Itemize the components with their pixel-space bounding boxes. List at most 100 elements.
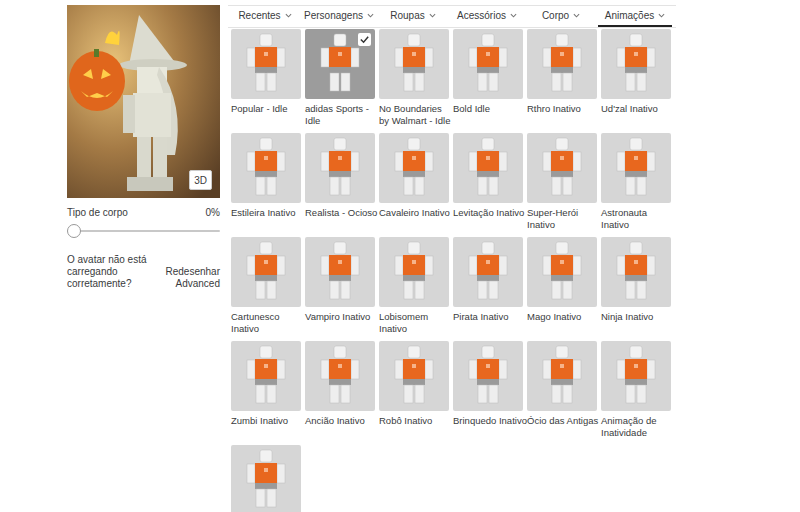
item-label: adidas Sports - Idle (305, 103, 379, 127)
chevron-down-icon (429, 13, 436, 18)
item-thumbnail[interactable] (379, 341, 449, 411)
animation-item[interactable]: Ud'zal Inativo (601, 29, 671, 127)
avatar-pose-icon (231, 445, 301, 512)
item-thumbnail[interactable] (379, 29, 449, 99)
item-label: Ancião Inativo (305, 415, 379, 439)
item-thumbnail[interactable] (231, 341, 301, 411)
animation-item[interactable]: Ancião Inativo (305, 341, 375, 439)
animation-item[interactable]: Estileira Inativo (231, 133, 301, 231)
item-thumbnail[interactable] (453, 29, 523, 99)
item-thumbnail[interactable] (305, 341, 375, 411)
item-label: Mago Inativo (527, 311, 601, 335)
avatar-pose-icon (305, 341, 375, 411)
item-thumbnail[interactable] (379, 237, 449, 307)
animation-item[interactable]: Realista - Ocioso (305, 133, 375, 231)
item-thumbnail[interactable] (305, 133, 375, 203)
avatar-pose-icon (379, 133, 449, 203)
animation-grid: Popular - Idleadidas Sports - IdleNo Bou… (231, 29, 676, 512)
body-type: Tipo de corpo0% (67, 207, 220, 238)
animation-item[interactable]: Bold Idle (453, 29, 523, 127)
help-link[interactable]: Advanced (176, 278, 220, 290)
avatar-pose-icon (527, 133, 597, 203)
slider-thumb[interactable] (67, 224, 81, 238)
item-thumbnail[interactable] (453, 133, 523, 203)
animation-item[interactable]: adidas Sports - Idle (305, 29, 375, 127)
item-thumbnail[interactable] (527, 237, 597, 307)
body-type-slider[interactable] (67, 224, 220, 238)
animation-item[interactable]: Ninja Inativo (601, 237, 671, 335)
animation-item[interactable]: No Boundaries by Walmart - Idle (379, 29, 449, 127)
item-label: Zumbi Inativo (231, 415, 305, 439)
animation-item[interactable]: Brinquedo Inativo (453, 341, 523, 439)
item-thumbnail[interactable] (527, 29, 597, 99)
animation-item[interactable]: Lobisomem Inativo (379, 237, 449, 335)
item-label: Brinquedo Inativo (453, 415, 527, 439)
animation-item[interactable]: Mago Inativo (527, 237, 597, 335)
tab[interactable]: Animações (598, 6, 672, 27)
item-label: No Boundaries by Walmart - Idle (379, 103, 453, 127)
tab[interactable]: Corpo (524, 6, 598, 27)
item-thumbnail[interactable] (379, 133, 449, 203)
animation-item[interactable] (231, 445, 301, 512)
avatar-pose-icon (231, 29, 301, 99)
avatar-editor: 3DTipo de corpo0%O avatar não está carre… (0, 0, 800, 512)
avatar-pose-icon (379, 341, 449, 411)
avatar-pose-icon (601, 341, 671, 411)
item-thumbnail[interactable] (231, 237, 301, 307)
animation-item[interactable]: Vampiro Inativo (305, 237, 375, 335)
chevron-down-icon (367, 13, 374, 18)
animation-item[interactable]: Zumbi Inativo (231, 341, 301, 439)
item-thumbnail[interactable] (231, 445, 301, 512)
item-thumbnail[interactable] (527, 341, 597, 411)
item-thumbnail[interactable] (453, 237, 523, 307)
chevron-down-icon (573, 13, 580, 18)
item-label: Rthro Inativo (527, 103, 601, 127)
item-label: Estileira Inativo (231, 207, 305, 231)
tab[interactable]: Recentes (228, 6, 302, 27)
item-thumbnail[interactable] (601, 341, 671, 411)
item-thumbnail[interactable] (453, 341, 523, 411)
tab-bar: RecentesPersonagensRoupasAcessóriosCorpo… (228, 5, 676, 28)
item-thumbnail[interactable] (601, 237, 671, 307)
avatar-pose-icon (453, 341, 523, 411)
animation-item[interactable]: Cavaleiro Inativo (379, 133, 449, 231)
item-thumbnail[interactable] (601, 133, 671, 203)
item-label: Levitação Inativo (453, 207, 527, 231)
3d-button[interactable]: 3D (189, 170, 212, 190)
animation-item[interactable]: Super-Herói Inativo (527, 133, 597, 231)
help-link[interactable]: Redesenhar (166, 266, 220, 278)
item-thumbnail[interactable] (305, 29, 375, 99)
avatar-preview: 3D (67, 5, 220, 198)
avatar-pose-icon (231, 341, 301, 411)
animation-item[interactable]: Popular - Idle (231, 29, 301, 127)
animation-item[interactable]: Robô Inativo (379, 341, 449, 439)
selected-checkbox[interactable] (358, 33, 371, 46)
left-panel: 3DTipo de corpo0%O avatar não está carre… (67, 5, 220, 512)
animation-item[interactable]: Levitação Inativo (453, 133, 523, 231)
animation-item[interactable]: Animação de Inatividade (601, 341, 671, 439)
item-label: Robô Inativo (379, 415, 453, 439)
animation-item[interactable]: Cartunesco Inativo (231, 237, 301, 335)
avatar-pose-icon (231, 237, 301, 307)
chevron-down-icon (510, 13, 517, 18)
item-thumbnail[interactable] (305, 237, 375, 307)
item-label: Realista - Ocioso (305, 207, 379, 231)
item-label: Cavaleiro Inativo (379, 207, 453, 231)
item-label: Ócio das Antigas (527, 415, 601, 439)
item-thumbnail[interactable] (527, 133, 597, 203)
animation-item[interactable]: Rthro Inativo (527, 29, 597, 127)
item-thumbnail[interactable] (231, 29, 301, 99)
tab[interactable]: Acessórios (450, 6, 524, 27)
animation-item[interactable]: Astronauta Inativo (601, 133, 671, 231)
tab[interactable]: Roupas (376, 6, 450, 27)
item-label: Lobisomem Inativo (379, 311, 453, 335)
avatar-pose-icon (231, 133, 301, 203)
animation-item[interactable]: Pirata Inativo (453, 237, 523, 335)
tab[interactable]: Personagens (302, 6, 376, 27)
item-label: Astronauta Inativo (601, 207, 675, 231)
avatar-pose-icon (453, 133, 523, 203)
item-thumbnail[interactable] (601, 29, 671, 99)
animation-item[interactable]: Ócio das Antigas (527, 341, 597, 439)
item-label: Pirata Inativo (453, 311, 527, 335)
item-thumbnail[interactable] (231, 133, 301, 203)
